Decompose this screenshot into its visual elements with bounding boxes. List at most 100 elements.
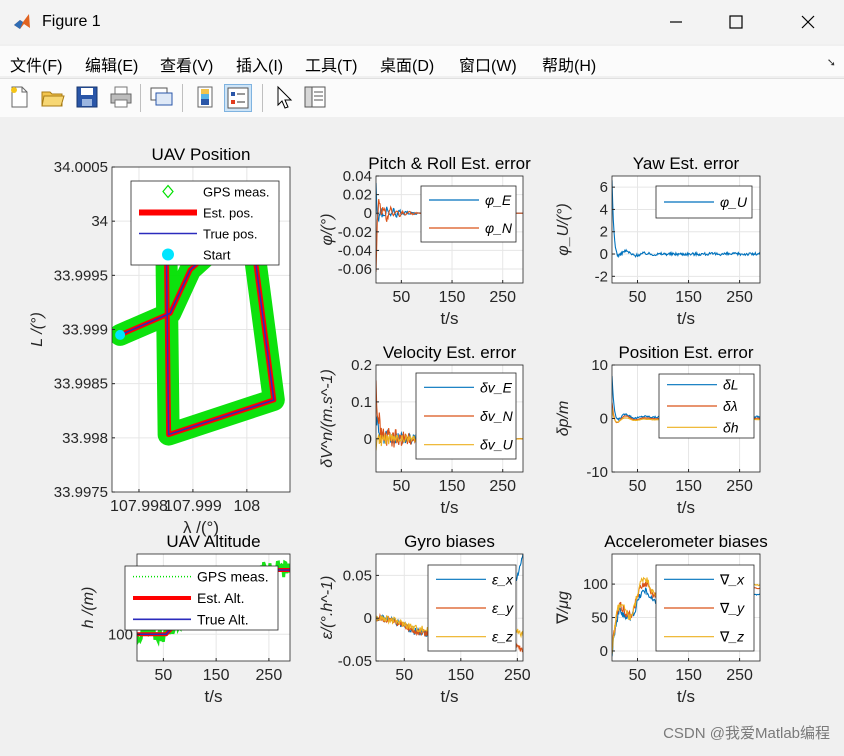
x-axis-label: t/s: [677, 687, 695, 706]
y-axis-label: ε/(°.h^-1): [319, 576, 336, 640]
y-axis-label: L /(°): [29, 312, 46, 347]
chart-title: Velocity Est. error: [383, 343, 517, 362]
legend-label: Est. Alt.: [197, 590, 244, 606]
chart-position-error: 50 150 250 10 0 -10 Position Est. error t/s δp/m…: [555, 343, 761, 517]
y-tick-label: 10: [591, 357, 608, 374]
x-tick-label: 250: [726, 667, 753, 684]
chart-yaw-error: 50 150 250 6 4 2 0 -2 Yaw Est. error t/s φ_U/(°) φ_…: [555, 154, 761, 328]
legend-label: GPS meas.: [197, 569, 269, 585]
menu-window[interactable]: 窗口(W): [459, 52, 517, 76]
legend: δL δλ δh: [658, 373, 755, 439]
chart-pitch-roll-error: 50 150 2500.040.020-0.02-0.04-0.06Pitch & …: [319, 154, 531, 328]
edit-plot-arrow-icon[interactable]: [270, 84, 296, 110]
insert-colorbar-icon[interactable]: [192, 84, 218, 110]
y-tick-label: 33.9995: [54, 267, 108, 284]
y-tick-label: 0: [600, 411, 608, 428]
y-tick-label: 33.998: [62, 430, 108, 447]
menu-insert[interactable]: 插入(I): [236, 52, 283, 76]
menu-tools[interactable]: 工具(T): [305, 52, 357, 76]
x-tick-label: 150: [675, 478, 702, 495]
y-tick-label: -2: [595, 268, 608, 285]
y-tick-label: 0: [600, 246, 608, 263]
legend-label: φ_E: [485, 192, 512, 208]
link-plot-icon[interactable]: [148, 84, 174, 110]
window-titlebar[interactable]: Figure 1: [0, 0, 844, 44]
x-axis-label: t/s: [205, 687, 223, 706]
y-axis-label: h /(m): [80, 587, 97, 629]
x-tick-label: 50: [629, 289, 647, 306]
maximize-button[interactable]: [708, 0, 764, 44]
x-axis-label: t/s: [441, 309, 459, 328]
y-tick-label: 0: [600, 643, 608, 660]
chart-title: Position Est. error: [618, 343, 753, 362]
chart-title: Gyro biases: [404, 532, 495, 551]
menu-desktop[interactable]: 桌面(D): [380, 52, 434, 76]
menu-view[interactable]: 查看(V): [160, 52, 213, 76]
toolbar-separator: [182, 84, 183, 112]
legend-label: GPS meas.: [203, 185, 269, 200]
menu-edit[interactable]: 编辑(E): [85, 52, 138, 76]
legend-label: φ_N: [485, 220, 513, 236]
y-tick-label: -0.04: [338, 242, 372, 259]
x-tick-label: 50: [392, 478, 410, 495]
y-tick-label: 33.999: [62, 322, 108, 339]
x-tick-label: 50: [629, 478, 647, 495]
minimize-icon: [670, 21, 682, 23]
x-tick-label: 150: [675, 289, 702, 306]
property-inspector-icon[interactable]: [302, 84, 328, 110]
legend-label: ∇_z: [719, 629, 744, 645]
legend: δv_E δv_N δv_U: [415, 372, 517, 460]
legend-label: True pos.: [203, 227, 257, 242]
x-tick-label: 50: [395, 667, 413, 684]
legend-label: True Alt.: [197, 611, 249, 627]
legend-label: δv_U: [480, 437, 514, 453]
new-figure-icon[interactable]: [6, 84, 32, 110]
menu-overflow-icon[interactable]: ➘: [827, 56, 836, 69]
x-tick-label: 250: [726, 289, 753, 306]
legend-label: ε_x: [492, 571, 514, 587]
legend: ε_x ε_y ε_z: [427, 564, 517, 652]
legend-label: δv_E: [480, 379, 513, 395]
x-tick-label: 50: [392, 289, 410, 306]
y-tick-label: -0.06: [338, 261, 372, 278]
y-tick-label: 50: [591, 610, 608, 627]
legend-label: δh: [723, 419, 739, 435]
save-icon[interactable]: [74, 84, 100, 110]
figure-plots: 107.998107.999 108 33.9975 33.998 33.9985 33.…: [29, 145, 768, 706]
y-tick-label: 34.0005: [54, 159, 108, 176]
x-tick-label: 150: [447, 667, 474, 684]
x-tick-label: 107.999: [164, 498, 222, 515]
x-axis-label: t/s: [677, 309, 695, 328]
x-tick-label: 250: [726, 478, 753, 495]
start-marker: [115, 329, 126, 340]
matlab-app-icon: [14, 14, 30, 29]
x-axis-label: t/s: [441, 687, 459, 706]
minimize-button[interactable]: [648, 0, 704, 44]
x-tick-label: 150: [439, 289, 466, 306]
legend: ∇_x ∇_y ∇_z: [655, 564, 755, 652]
print-icon[interactable]: [108, 84, 134, 110]
y-axis-label: δV^n/(m.s^-1): [319, 369, 336, 468]
y-tick-label: 0: [364, 610, 372, 627]
y-tick-label: 0.2: [351, 357, 372, 374]
window-title: Figure 1: [42, 13, 101, 30]
legend-label: ∇_y: [719, 600, 745, 616]
x-tick-label: 50: [629, 667, 647, 684]
chart-uav-altitude: 50 150 250100UAV Altitudet/sh /(m)GPS meas…: [80, 532, 291, 706]
open-file-icon[interactable]: [40, 84, 66, 110]
y-tick-label: -0.05: [338, 653, 372, 670]
insert-legend-icon[interactable]: [224, 84, 252, 112]
legend-label: δL: [723, 377, 739, 393]
y-tick-label: 0: [364, 431, 372, 448]
x-tick-label: 250: [489, 478, 516, 495]
legend-label: ∇_x: [719, 571, 745, 587]
menu-file[interactable]: 文件(F): [10, 52, 62, 76]
chart-gyro-biases: 50 150 250 0.05 0 -0.05 Gyro biases t/s ε/(°.h^-…: [319, 532, 531, 706]
y-tick-label: 0.1: [351, 394, 372, 411]
menu-help[interactable]: 帮助(H): [542, 52, 596, 76]
close-button[interactable]: [780, 0, 836, 44]
legend-label: δv_N: [480, 408, 514, 424]
y-tick-label: 33.9985: [54, 376, 108, 393]
y-tick-label: 0.02: [343, 187, 372, 204]
y-tick-label: 4: [600, 201, 608, 218]
